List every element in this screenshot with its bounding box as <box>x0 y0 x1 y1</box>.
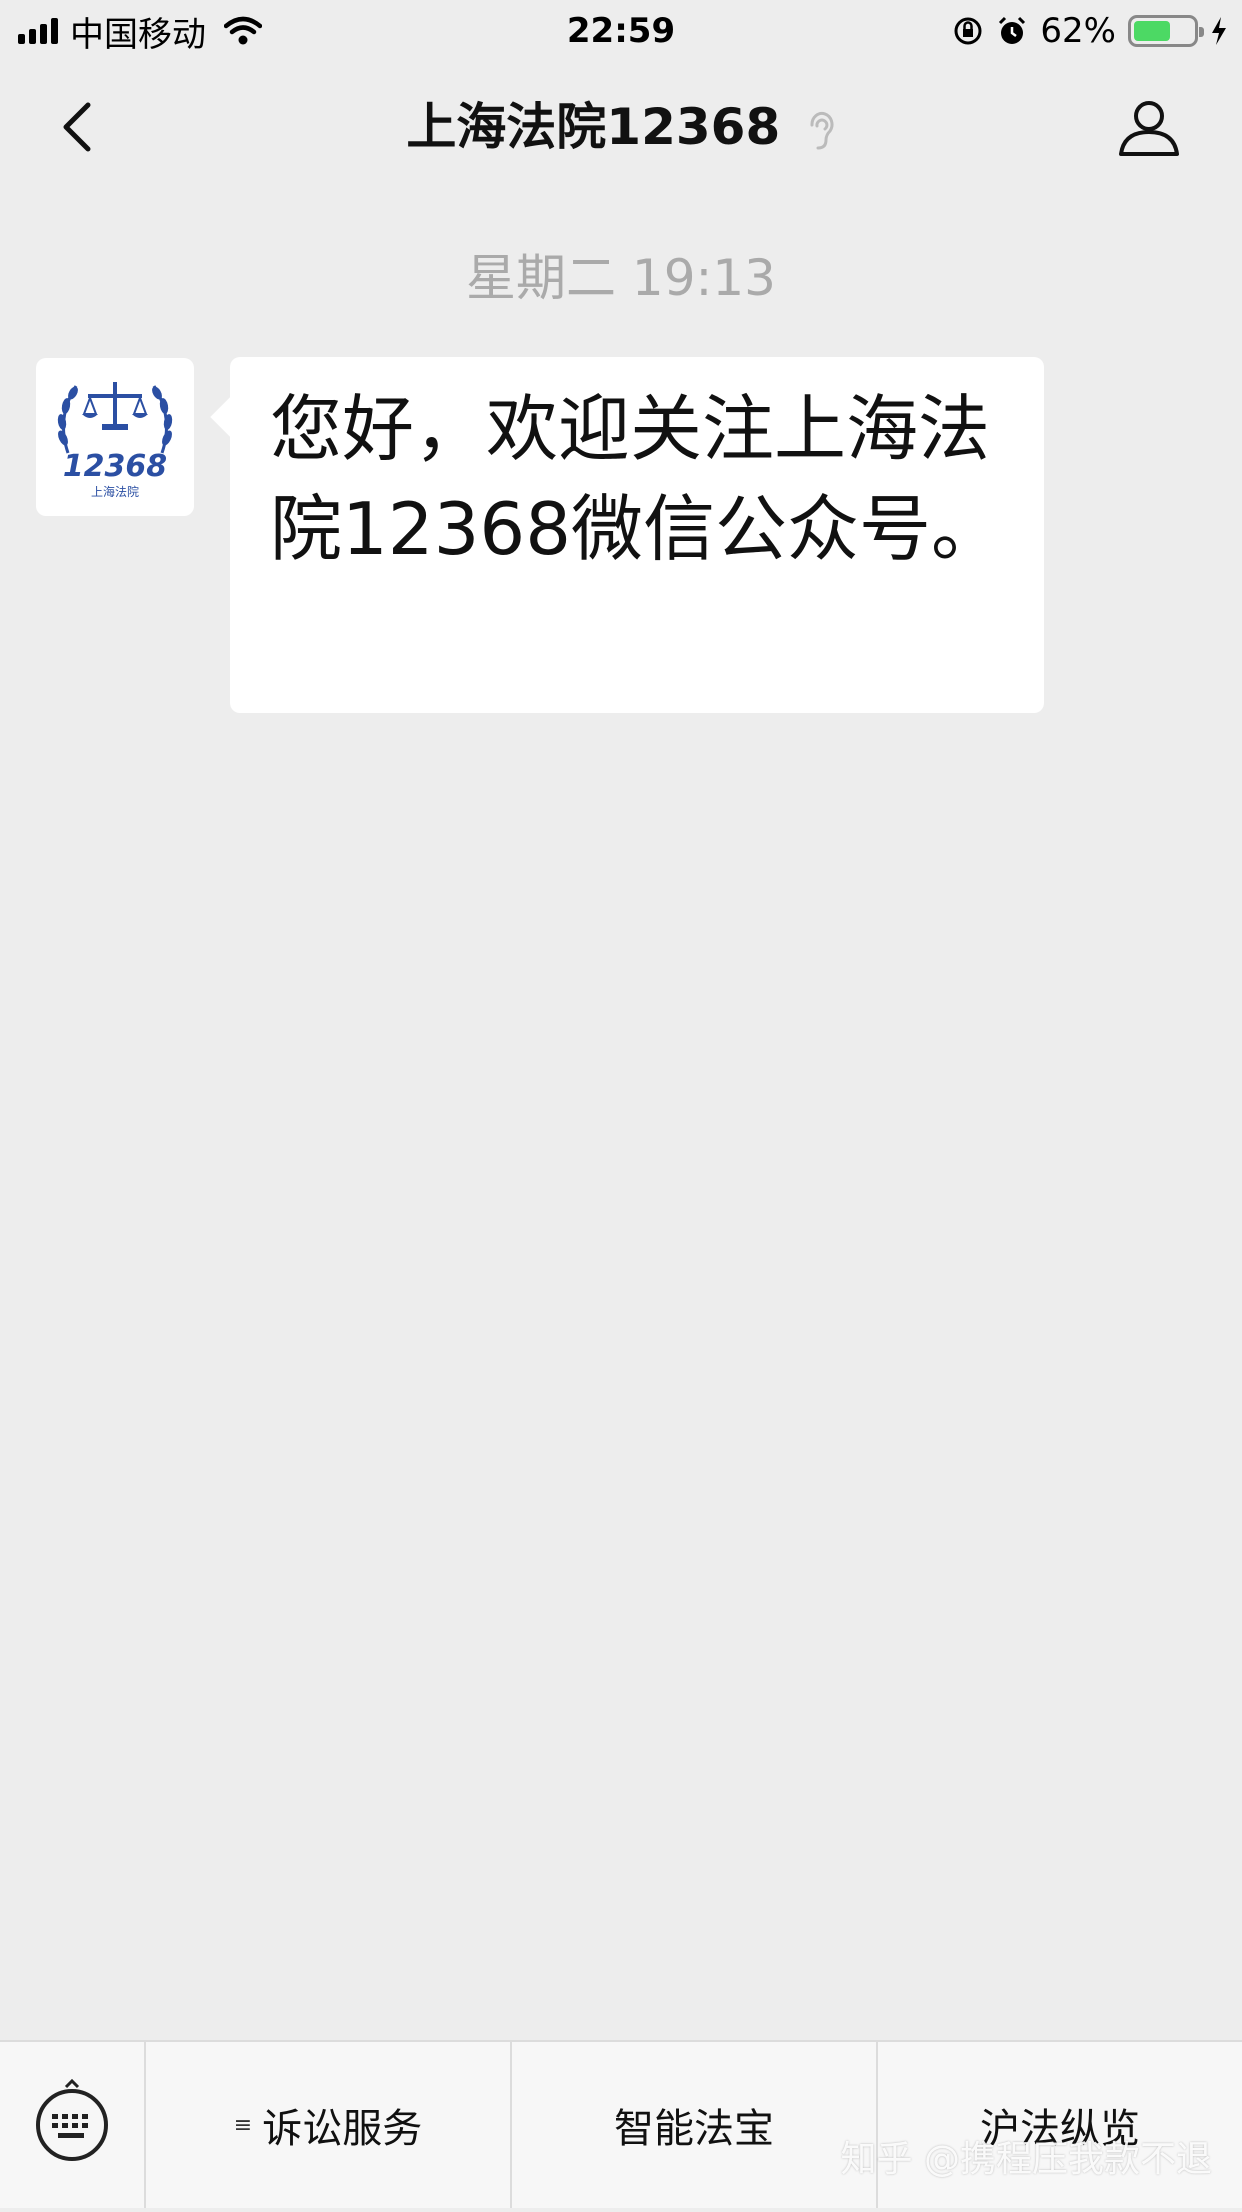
submenu-icon: ≡ <box>233 2112 253 2138</box>
court-logo-icon: 12368 上海法院 <box>57 382 173 499</box>
person-icon[interactable] <box>1116 94 1182 160</box>
keyboard-toggle-button[interactable] <box>0 2042 144 2208</box>
message-text: 您好，欢迎关注上海法院12368微信公众号。 <box>270 387 1004 571</box>
battery-level <box>1134 21 1170 41</box>
logo-number: 12368 <box>63 449 167 484</box>
menu-item-shanghai-law-overview[interactable]: 沪法纵览 <box>876 2042 1242 2208</box>
bottom-menu-bar: ≡ 诉讼服务 智能法宝 沪法纵览 <box>0 2040 1242 2208</box>
status-bar: 中国移动 22:59 62% <box>0 0 1242 62</box>
keyboard-icon <box>36 2078 108 2161</box>
page-title: 上海法院12368 <box>0 97 1242 157</box>
page-title-text: 上海法院12368 <box>406 98 781 156</box>
menu-item-label: 诉讼服务 <box>262 2106 423 2152</box>
charging-icon <box>1212 17 1226 45</box>
battery-percentage: 62% <box>1040 11 1116 51</box>
rotation-lock-icon <box>954 17 982 45</box>
menu-item-smart-law[interactable]: 智能法宝 <box>510 2042 876 2208</box>
ear-icon <box>810 111 834 149</box>
alarm-icon <box>999 16 1026 44</box>
watermark: 知乎 @携程压我款不退 <box>840 2139 1212 2180</box>
avatar[interactable]: 12368 上海法院 <box>36 358 194 516</box>
message-bubble[interactable]: 您好，欢迎关注上海法院12368微信公众号。 <box>230 357 1044 713</box>
menu-item-label: 智能法宝 <box>614 2106 774 2152</box>
message-timestamp: 星期二 19:13 <box>466 249 776 307</box>
nav-bar: 上海法院12368 <box>0 62 1242 192</box>
menu-item-litigation-services[interactable]: ≡ 诉讼服务 <box>144 2042 510 2208</box>
logo-subtext: 上海法院 <box>91 484 139 499</box>
battery-icon <box>1128 15 1204 47</box>
